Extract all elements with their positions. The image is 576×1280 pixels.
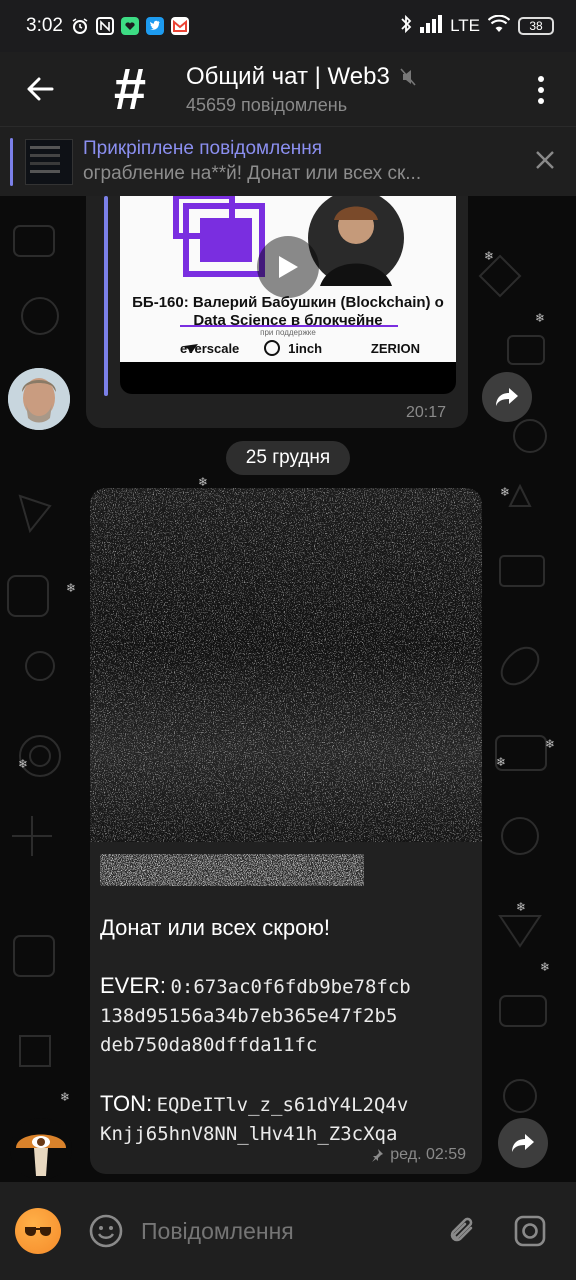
snowflake-icon: ❄ [484,249,494,263]
ton-label: TON: [100,1091,153,1116]
dot-icon [538,87,544,93]
twitter-icon [145,17,164,35]
video-message-button[interactable] [513,1214,547,1248]
chat-title-row: Общий чат | Web3 [186,63,416,91]
emoji-button[interactable] [89,1214,123,1248]
message-input[interactable] [141,1217,431,1245]
snowflake-icon: ❄ [500,485,510,499]
ever-address-part2[interactable]: 138d95156a34b7eb365e47f2b5 [100,1002,470,1031]
ton-address-part2[interactable]: Knjj65hnV8NN_lHv41h_Z3cXqa [100,1120,470,1149]
bluetooth-icon [400,14,412,39]
arrow-left-icon [27,77,54,101]
chat-title: Общий чат | Web3 [186,62,390,90]
ever-label: EVER: [100,973,167,998]
status-time: 3:02 [26,15,63,36]
messenger-heart-icon [120,17,139,35]
close-pinned-button[interactable] [534,149,556,171]
mushroom-avatar-icon [16,1134,66,1176]
ever-address-part1[interactable]: 0:673ac0f6fdb9be78fcb [170,976,410,998]
chat-header: # Общий чат | Web3 45659 повідомлень [0,52,576,126]
smile-icon [89,1214,123,1248]
snowflake-icon: ❄ [545,737,555,751]
status-bar: 3:02 LTE 38 [0,0,576,52]
ever-address-block: EVER: 0:673ac0f6fdb9be78fcb [100,971,470,1002]
chat-area[interactable]: ❄ ❄ ❄ ❄ ❄ ❄ ❄ ❄ ❄ ❄ ❄ ББ-160: Валерий Ба… [0,196,576,1182]
snowflake-icon: ❄ [18,757,28,771]
status-system-icons: LTE 38 [400,14,554,39]
back-button[interactable] [0,52,80,126]
message-input-bar [0,1182,576,1280]
video-support-text: при поддержке [260,328,316,337]
snowflake-icon: ❄ [496,755,506,769]
attach-button[interactable] [447,1214,479,1248]
alarm-icon [71,17,89,35]
chat-avatar[interactable]: # [94,57,166,122]
snowflake-icon: ❄ [516,900,526,914]
sender-name-hidden [100,854,364,886]
sponsor-1inch: 1inch [288,341,323,356]
pinned-indicator [10,137,13,186]
pinned-thumbnail [25,138,73,185]
pinned-text: Прикріплене повідомлення ограбление на**… [83,138,513,185]
play-icon [279,256,298,278]
network-type: LTE [450,16,480,35]
message-text-line: Донат или всех скрою! [100,915,331,940]
muted-icon [400,67,416,86]
spoiler-noise [90,488,482,842]
play-button[interactable] [257,236,319,298]
dot-icon [538,76,544,82]
pinned-message-bar[interactable]: Прикріплене повідомлення ограбление на**… [0,126,576,196]
more-menu-button[interactable] [528,70,554,110]
forward-button[interactable] [482,372,532,422]
share-arrow-icon [512,1134,534,1152]
send-as-avatar[interactable] [15,1208,61,1254]
date-separator: 25 грудня [226,441,350,475]
ton-address-block: TON: EQDeITlv_z_s61dY4L2Q4v [100,1089,470,1120]
nfc-icon [95,17,114,35]
sunglasses-face-icon [25,1227,51,1236]
dot-icon [538,98,544,104]
snowflake-icon: ❄ [198,475,208,489]
signal-icon [420,14,443,38]
wifi-icon [487,14,511,38]
sponsor-zerion: ZERION [370,341,420,356]
snowflake-icon: ❄ [535,311,545,325]
battery-icon: 38 [518,17,554,35]
ever-address-part3[interactable]: deb750da80dffda11fc [100,1031,470,1060]
quote-line [104,196,108,396]
snowflake-icon: ❄ [60,1090,70,1104]
gmail-icon [170,17,189,35]
sponsor-logos: everscale 1inch ZERION [180,341,420,356]
video-thumbnail: ББ-160: Валерий Бабушкин (Blockchain) о … [120,196,456,362]
paperclip-icon [450,1217,473,1242]
sender-avatar-mushroom[interactable] [10,1118,72,1180]
pin-icon [372,1149,384,1162]
snowflake-icon: ❄ [66,581,76,595]
chat-subtitle: 45659 повідомлень [186,94,348,115]
hidden-media[interactable] [90,488,482,842]
share-arrow-icon [496,388,518,406]
pinned-preview: ограбление на**й! Донат или всех ск... [83,163,422,184]
video-message-time: 20:17 [406,404,447,421]
snowflake-icon: ❄ [540,960,550,974]
forward-button[interactable] [498,1118,548,1168]
text-message-bubble[interactable]: Донат или всех скрою! EVER: 0:673ac0f6fd… [90,842,482,1174]
message-edited-time: ред. 02:59 [390,1146,466,1163]
message-meta: ред. 02:59 [370,1146,466,1164]
close-icon [536,151,554,169]
video-preview[interactable]: ББ-160: Валерий Бабушкин (Blockchain) о … [120,196,456,394]
status-notification-icons [71,17,189,35]
ton-address-part1[interactable]: EQDeITlv_z_s61dY4L2Q4v [157,1094,409,1116]
chat-title-block[interactable]: Общий чат | Web3 45659 повідомлень [186,63,416,116]
sponsor-everscale: everscale [180,341,240,356]
camera-icon [514,1215,546,1247]
avatar-photo [8,368,70,430]
video-caption: ББ-160: Валерий Бабушкин (Blockchain) о … [120,294,456,330]
sender-avatar[interactable] [8,368,70,430]
pinned-title: Прикріплене повідомлення [83,138,323,159]
